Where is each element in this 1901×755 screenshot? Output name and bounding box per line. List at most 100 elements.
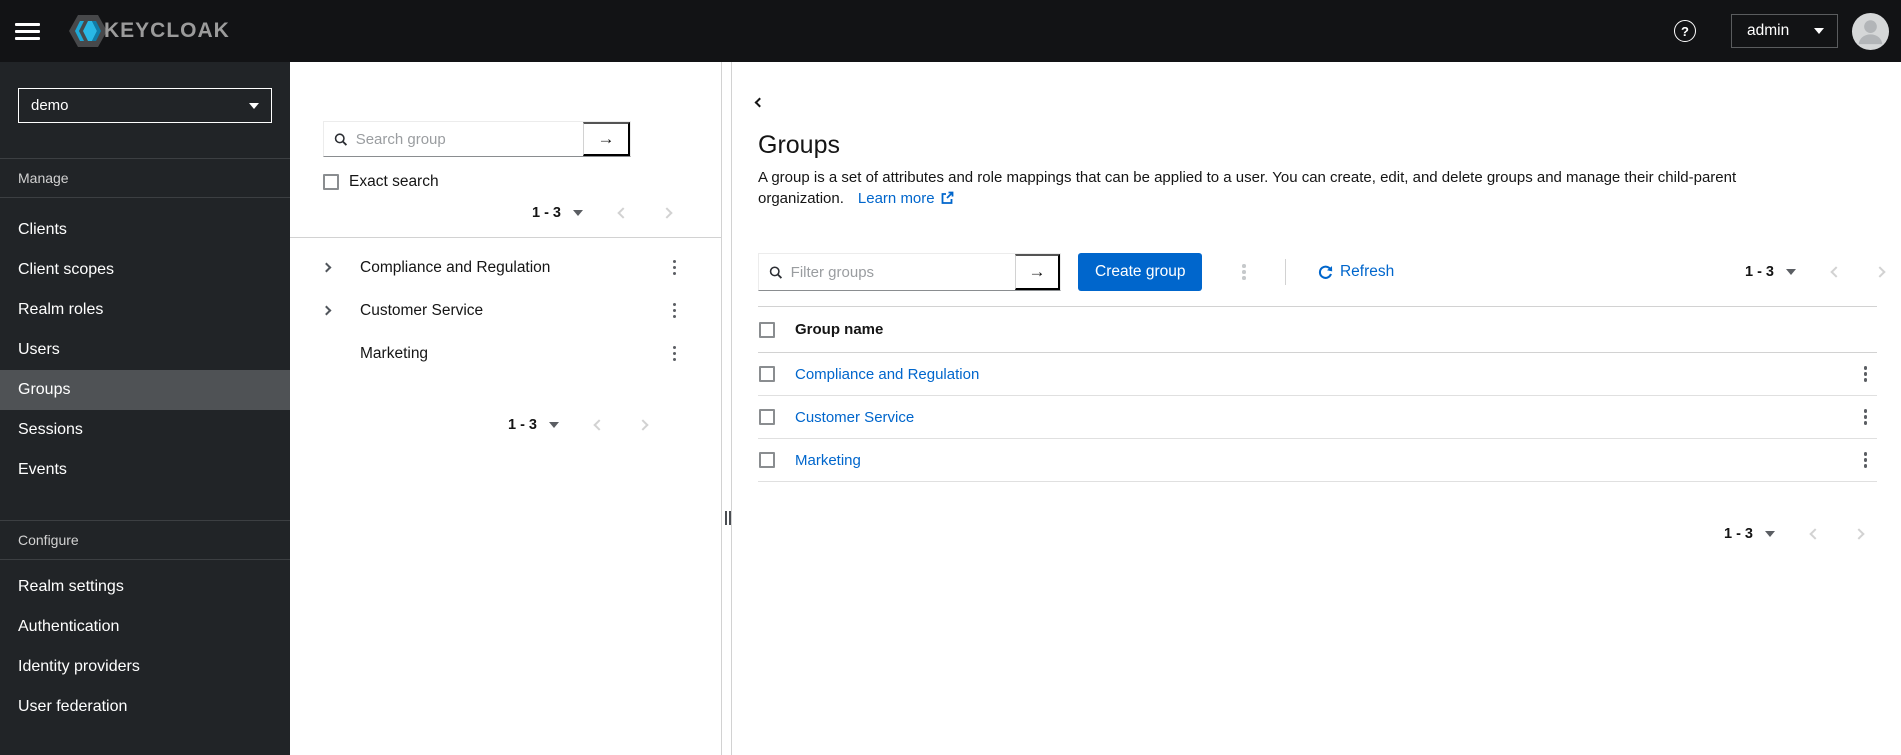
toolbar-divider xyxy=(1284,259,1286,285)
pagination-options-icon[interactable] xyxy=(1786,269,1796,275)
realm-selector[interactable]: demo xyxy=(18,88,272,123)
tree-item-marketing: Marketing xyxy=(290,332,721,375)
nav-section-configure: Configure xyxy=(0,520,290,560)
toolbar-kebab-menu-icon[interactable] xyxy=(1242,263,1246,281)
external-link-icon xyxy=(941,191,954,204)
tree-pagination-bottom: 1 - 3 xyxy=(290,413,649,437)
filter-submit-button[interactable]: → xyxy=(1015,254,1060,290)
row-checkbox[interactable] xyxy=(759,452,775,468)
kebab-menu-icon[interactable] xyxy=(672,344,676,362)
groups-main-panel: Groups A group is a set of attributes an… xyxy=(731,62,1901,755)
table-row: Compliance and Regulation xyxy=(758,353,1877,396)
user-name: admin xyxy=(1747,22,1790,39)
filter-control: → xyxy=(758,253,1061,291)
help-icon[interactable]: ? xyxy=(1674,20,1696,42)
next-page-icon[interactable] xyxy=(661,207,673,219)
sidebar-item-user-federation[interactable]: User federation xyxy=(0,687,290,727)
select-all-checkbox[interactable] xyxy=(759,321,775,338)
refresh-icon xyxy=(1318,265,1333,279)
sidebar-item-users[interactable]: Users xyxy=(0,330,290,370)
masthead: KEYCLOAK ? admin xyxy=(0,0,1901,62)
pagination-range: 1 - 3 xyxy=(531,205,561,221)
sidebar-item-realm-settings[interactable]: Realm settings xyxy=(0,567,290,607)
configure-nav: Realm settings Authentication Identity p… xyxy=(0,560,290,727)
row-checkbox[interactable] xyxy=(759,366,775,382)
refresh-button[interactable]: Refresh xyxy=(1318,263,1394,281)
sidebar-item-clients[interactable]: Clients xyxy=(0,210,290,250)
pagination-range: 1 - 3 xyxy=(1723,526,1753,542)
expand-icon[interactable] xyxy=(321,262,347,273)
group-link-marketing[interactable]: Marketing xyxy=(795,452,861,469)
column-header-group-name: Group name xyxy=(795,321,884,338)
group-link-customer-service[interactable]: Customer Service xyxy=(795,409,914,426)
previous-page-icon[interactable] xyxy=(593,419,605,431)
exact-search-label: Exact search xyxy=(349,173,439,190)
tree-pagination-top: 1 - 3 xyxy=(290,201,673,225)
group-link-compliance-and-regulation[interactable]: Compliance and Regulation xyxy=(795,366,979,383)
tree-item-label[interactable]: Compliance and Regulation xyxy=(360,259,550,277)
tree-item-customer-service: Customer Service xyxy=(290,289,721,332)
groups-table: Group name Compliance and Regulation Cus… xyxy=(758,306,1877,482)
expand-icon[interactable] xyxy=(321,305,347,316)
brand-wordmark: KEYCLOAK xyxy=(104,19,230,42)
tree-item-label[interactable]: Marketing xyxy=(360,345,428,363)
next-page-icon[interactable] xyxy=(637,419,649,431)
row-kebab-menu-icon[interactable] xyxy=(1863,451,1867,469)
filter-groups-input[interactable] xyxy=(790,263,1015,281)
sidebar: demo Manage Clients Client scopes Realm … xyxy=(0,62,290,755)
search-group-input[interactable] xyxy=(355,130,583,148)
sidebar-item-groups[interactable]: Groups xyxy=(0,370,290,410)
previous-page-icon[interactable] xyxy=(617,207,629,219)
sidebar-item-sessions[interactable]: Sessions xyxy=(0,410,290,450)
group-tree: Compliance and Regulation Customer Servi… xyxy=(290,238,721,375)
table-header-row: Group name xyxy=(758,306,1877,353)
hamburger-menu-icon[interactable] xyxy=(15,19,40,44)
pagination-options-icon[interactable] xyxy=(1765,531,1775,537)
row-kebab-menu-icon[interactable] xyxy=(1863,365,1867,383)
table-pagination-bottom: 1 - 3 xyxy=(758,522,1865,546)
sidebar-item-client-scopes[interactable]: Client scopes xyxy=(0,250,290,290)
create-group-button[interactable]: Create group xyxy=(1078,253,1203,291)
realm-selector-value: demo xyxy=(31,97,69,114)
kebab-menu-icon[interactable] xyxy=(672,301,676,319)
search-icon xyxy=(769,265,783,279)
chevron-left-icon xyxy=(754,97,765,108)
chevron-down-icon xyxy=(249,102,259,109)
tree-item-label[interactable]: Customer Service xyxy=(360,302,483,320)
table-row: Customer Service xyxy=(758,396,1877,439)
table-pagination-top: 1 - 3 xyxy=(1745,260,1886,284)
search-submit-button[interactable]: → xyxy=(583,122,630,156)
nav-section-manage: Manage xyxy=(0,158,290,198)
kebab-menu-icon[interactable] xyxy=(672,258,676,276)
keycloak-logo-icon xyxy=(69,15,107,47)
chevron-down-icon xyxy=(1814,28,1824,34)
pagination-options-icon[interactable] xyxy=(549,422,559,428)
learn-more-link[interactable]: Learn more xyxy=(858,190,954,207)
avatar[interactable] xyxy=(1851,12,1890,51)
pagination-range: 1 - 3 xyxy=(507,417,537,433)
previous-page-icon[interactable] xyxy=(1830,266,1842,278)
keycloak-brand: KEYCLOAK xyxy=(68,13,230,49)
sidebar-item-events[interactable]: Events xyxy=(0,450,290,490)
row-checkbox[interactable] xyxy=(759,409,775,425)
user-dropdown[interactable]: admin xyxy=(1731,14,1838,48)
sidebar-item-authentication[interactable]: Authentication xyxy=(0,607,290,647)
row-kebab-menu-icon[interactable] xyxy=(1863,408,1867,426)
table-row: Marketing xyxy=(758,439,1877,482)
pagination-options-icon[interactable] xyxy=(573,210,583,216)
manage-nav: Clients Client scopes Realm roles Users … xyxy=(0,198,290,490)
sidebar-item-realm-roles[interactable]: Realm roles xyxy=(0,290,290,330)
search-icon xyxy=(334,132,348,146)
next-page-icon[interactable] xyxy=(1874,266,1886,278)
refresh-label: Refresh xyxy=(1339,263,1395,280)
previous-page-icon[interactable] xyxy=(1809,528,1821,540)
group-tree-panel: → Exact search 1 - 3 Compliance and Regu… xyxy=(290,62,722,755)
next-page-icon[interactable] xyxy=(1853,528,1865,540)
exact-search-checkbox[interactable] xyxy=(323,174,339,190)
tree-item-compliance-and-regulation: Compliance and Regulation xyxy=(290,246,721,289)
page-title: Groups xyxy=(758,131,840,159)
page-description: A group is a set of attributes and role … xyxy=(758,167,1848,209)
collapse-drawer-button[interactable] xyxy=(752,89,767,115)
groups-toolbar: → Create group Refresh 1 - 3 xyxy=(758,253,1901,291)
sidebar-item-identity-providers[interactable]: Identity providers xyxy=(0,647,290,687)
